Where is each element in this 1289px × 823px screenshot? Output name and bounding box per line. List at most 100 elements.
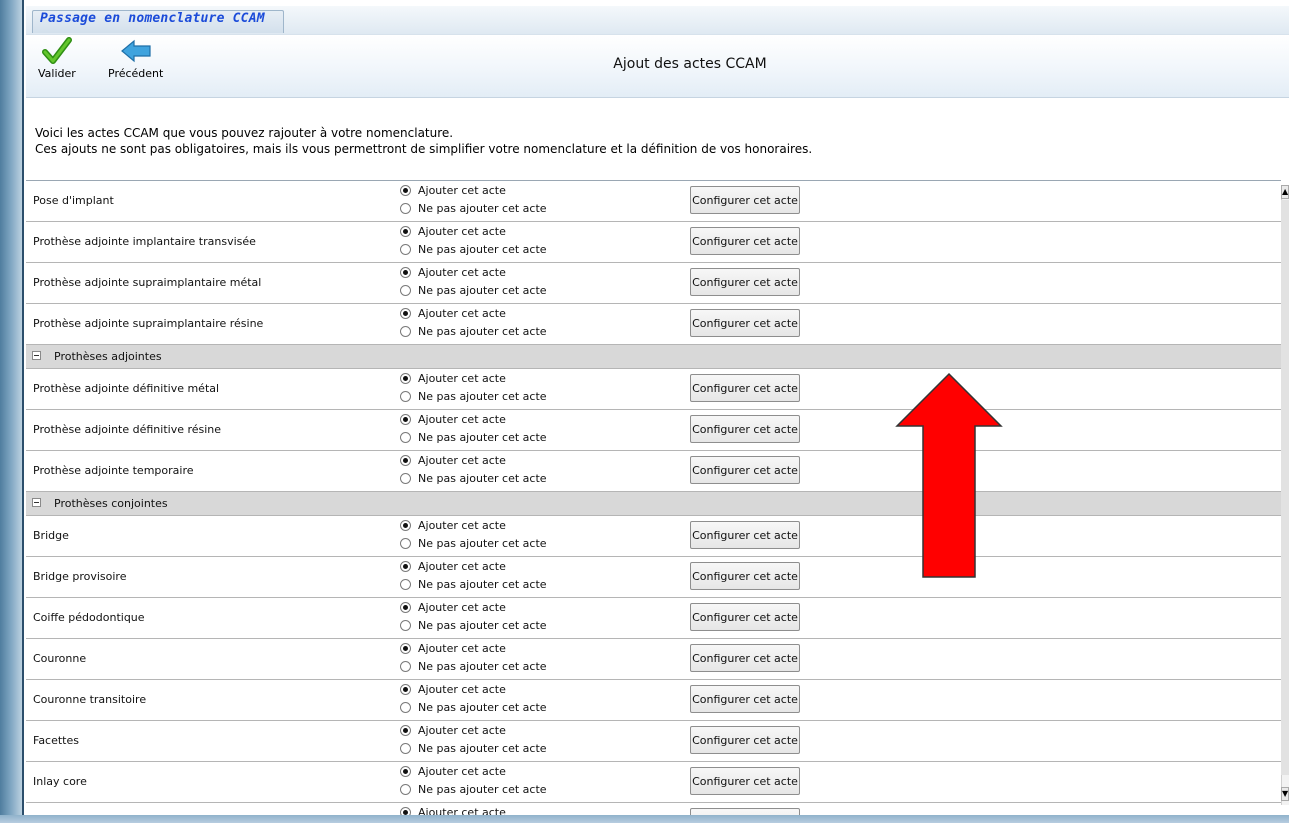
- skip-act-label: Ne pas ajouter cet acte: [418, 660, 547, 673]
- add-act-radio[interactable]: Ajouter cet acte: [400, 601, 506, 614]
- skip-act-radio[interactable]: Ne pas ajouter cet acte: [400, 578, 547, 591]
- skip-act-radio[interactable]: Ne pas ajouter cet acte: [400, 243, 547, 256]
- skip-act-radio[interactable]: Ne pas ajouter cet acte: [400, 431, 547, 444]
- table-row: Couronne Ajouter cet acte Ne pas ajouter c…: [26, 639, 1281, 680]
- add-act-radio[interactable]: Ajouter cet acte: [400, 642, 506, 655]
- add-act-label: Ajouter cet acte: [418, 765, 506, 778]
- intro-line-1: Voici les actes CCAM que vous pouvez raj…: [35, 126, 454, 140]
- add-act-label: Ajouter cet acte: [418, 519, 506, 532]
- annotation-up-arrow-icon: [895, 372, 1003, 578]
- radio-unselected-icon: [400, 432, 411, 443]
- act-name: Bridge provisoire: [33, 570, 127, 583]
- page-title: Ajout des actes CCAM: [613, 56, 767, 72]
- add-act-radio[interactable]: Ajouter cet acte: [400, 454, 506, 467]
- scroll-down-button[interactable]: ▼: [1281, 787, 1289, 801]
- radio-selected-icon: [400, 520, 411, 531]
- configure-act-button[interactable]: Configurer cet acte: [690, 726, 800, 754]
- skip-act-radio[interactable]: Ne pas ajouter cet acte: [400, 537, 547, 550]
- skip-act-radio[interactable]: Ne pas ajouter cet acte: [400, 202, 547, 215]
- radio-selected-icon: [400, 725, 411, 736]
- add-act-label: Ajouter cet acte: [418, 307, 506, 320]
- previous-label: Précédent: [108, 67, 164, 80]
- group-label: Prothèses conjointes: [54, 497, 168, 510]
- add-act-radio[interactable]: Ajouter cet acte: [400, 519, 506, 532]
- radio-unselected-icon: [400, 203, 411, 214]
- radio-selected-icon: [400, 267, 411, 278]
- radio-unselected-icon: [400, 579, 411, 590]
- skip-act-radio[interactable]: Ne pas ajouter cet acte: [400, 619, 547, 632]
- scrollbar-thumb[interactable]: [1281, 200, 1289, 775]
- act-name: Prothèse adjointe temporaire: [33, 464, 194, 477]
- radio-selected-icon: [400, 766, 411, 777]
- act-name: Couronne transitoire: [33, 693, 147, 706]
- radio-unselected-icon: [400, 538, 411, 549]
- configure-act-button[interactable]: Configurer cet acte: [690, 456, 800, 484]
- add-act-radio[interactable]: Ajouter cet acte: [400, 184, 506, 197]
- window-frame-left: [0, 0, 24, 823]
- configure-act-button[interactable]: Configurer cet acte: [690, 603, 800, 631]
- configure-act-button[interactable]: Configurer cet acte: [690, 268, 800, 296]
- act-name: Prothèse adjointe supraimplantaire résin…: [33, 317, 264, 330]
- skip-act-radio[interactable]: Ne pas ajouter cet acte: [400, 284, 547, 297]
- table-row: Prothèse adjointe supraimplantaire métal…: [26, 263, 1281, 304]
- add-act-label: Ajouter cet acte: [418, 184, 506, 197]
- configure-act-button[interactable]: Configurer cet acte: [690, 562, 800, 590]
- skip-act-radio[interactable]: Ne pas ajouter cet acte: [400, 472, 547, 485]
- window-frame-edge: [22, 0, 24, 823]
- add-act-label: Ajouter cet acte: [418, 683, 506, 696]
- act-name: Bridge: [33, 529, 69, 542]
- skip-act-label: Ne pas ajouter cet acte: [418, 578, 547, 591]
- add-act-radio[interactable]: Ajouter cet acte: [400, 683, 506, 696]
- radio-unselected-icon: [400, 285, 411, 296]
- skip-act-label: Ne pas ajouter cet acte: [418, 472, 547, 485]
- radio-selected-icon: [400, 602, 411, 613]
- add-act-radio[interactable]: Ajouter cet acte: [400, 560, 506, 573]
- validate-button[interactable]: Valider: [38, 37, 76, 80]
- skip-act-radio[interactable]: Ne pas ajouter cet acte: [400, 660, 547, 673]
- configure-act-button[interactable]: Configurer cet acte: [690, 227, 800, 255]
- radio-unselected-icon: [400, 702, 411, 713]
- add-act-label: Ajouter cet acte: [418, 372, 506, 385]
- add-act-label: Ajouter cet acte: [418, 724, 506, 737]
- skip-act-radio[interactable]: Ne pas ajouter cet acte: [400, 325, 547, 338]
- configure-act-button[interactable]: Configurer cet acte: [690, 685, 800, 713]
- radio-unselected-icon: [400, 244, 411, 255]
- table-row: Prothèse adjointe temporaire Ajouter cet …: [26, 451, 1281, 492]
- add-act-radio[interactable]: Ajouter cet acte: [400, 266, 506, 279]
- add-act-radio[interactable]: Ajouter cet acte: [400, 765, 506, 778]
- skip-act-label: Ne pas ajouter cet acte: [418, 783, 547, 796]
- skip-act-radio[interactable]: Ne pas ajouter cet acte: [400, 783, 547, 796]
- radio-selected-icon: [400, 643, 411, 654]
- configure-act-button[interactable]: Configurer cet acte: [690, 374, 800, 402]
- group-header[interactable]: Prothèses conjointes: [26, 492, 1281, 516]
- configure-act-button[interactable]: Configurer cet acte: [690, 521, 800, 549]
- configure-act-button[interactable]: Configurer cet acte: [690, 186, 800, 214]
- configure-act-button[interactable]: Configurer cet acte: [690, 644, 800, 672]
- collapse-toggle-icon[interactable]: [32, 498, 41, 507]
- skip-act-radio[interactable]: Ne pas ajouter cet acte: [400, 742, 547, 755]
- skip-act-radio[interactable]: Ne pas ajouter cet acte: [400, 390, 547, 403]
- skip-act-label: Ne pas ajouter cet acte: [418, 619, 547, 632]
- add-act-label: Ajouter cet acte: [418, 225, 506, 238]
- radio-unselected-icon: [400, 391, 411, 402]
- group-label: Prothèses adjointes: [54, 350, 162, 363]
- add-act-radio[interactable]: Ajouter cet acte: [400, 372, 506, 385]
- add-act-radio[interactable]: Ajouter cet acte: [400, 724, 506, 737]
- configure-act-button[interactable]: Configurer cet acte: [690, 415, 800, 443]
- add-act-label: Ajouter cet acte: [418, 601, 506, 614]
- table-row: Bridge Ajouter cet acte Ne pas ajouter cet…: [26, 516, 1281, 557]
- collapse-toggle-icon[interactable]: [32, 351, 41, 360]
- group-header[interactable]: Prothèses adjointes: [26, 345, 1281, 369]
- skip-act-radio[interactable]: Ne pas ajouter cet acte: [400, 701, 547, 714]
- scroll-up-button[interactable]: ▲: [1281, 185, 1289, 199]
- previous-button[interactable]: Précédent: [108, 37, 163, 80]
- configure-act-button[interactable]: Configurer cet acte: [690, 309, 800, 337]
- add-act-radio[interactable]: Ajouter cet acte: [400, 307, 506, 320]
- add-act-radio[interactable]: Ajouter cet acte: [400, 413, 506, 426]
- configure-act-button[interactable]: Configurer cet acte: [690, 767, 800, 795]
- act-name: Prothèse adjointe définitive résine: [33, 423, 222, 436]
- skip-act-label: Ne pas ajouter cet acte: [418, 243, 547, 256]
- add-act-label: Ajouter cet acte: [418, 642, 506, 655]
- radio-selected-icon: [400, 561, 411, 572]
- add-act-radio[interactable]: Ajouter cet acte: [400, 225, 506, 238]
